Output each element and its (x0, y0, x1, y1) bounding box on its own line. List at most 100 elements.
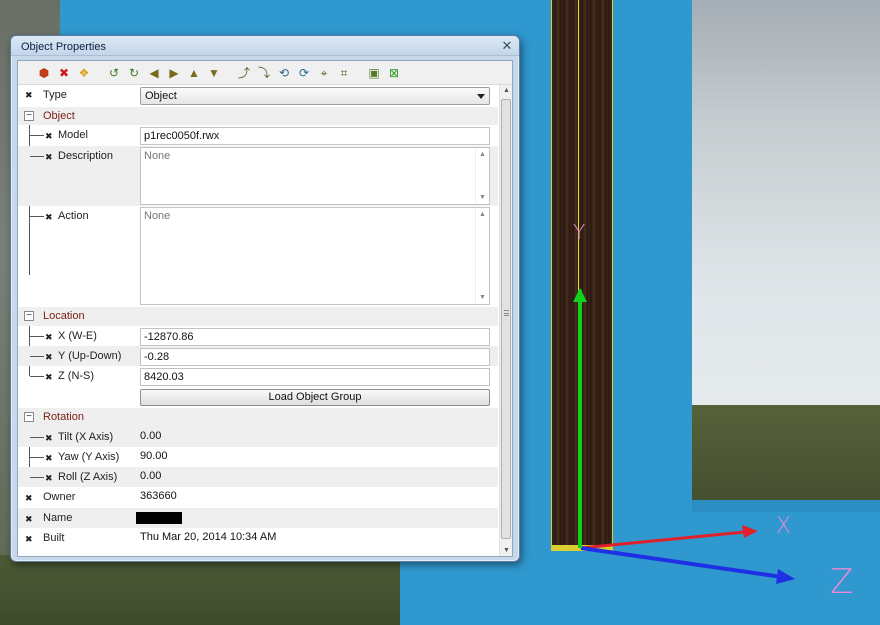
x-input[interactable]: -12870.86 (140, 328, 490, 346)
action-scrollbar[interactable]: ▲ ▼ (475, 208, 489, 304)
close-button[interactable]: ✕ (499, 39, 515, 53)
move-down-icon[interactable]: ▼ (206, 65, 222, 81)
built-label: Built (43, 532, 65, 544)
x-axis-label: X (776, 514, 792, 539)
bullet-icon: ✖ (45, 433, 53, 443)
scroll-down-icon[interactable]: ▼ (479, 194, 486, 201)
bullet-icon: ✖ (45, 131, 53, 141)
scroll-down-icon[interactable]: ▼ (503, 547, 510, 554)
object-category-label: Object (43, 110, 75, 122)
x-axis-line (580, 530, 746, 550)
z-axis-arrowhead (776, 569, 795, 584)
chevron-down-icon (477, 94, 485, 99)
roll-right-icon[interactable]: ⟳ (296, 65, 312, 81)
object-toolbar: ⬢ ✖ ❖ ↺ ↻ ◀ ▶ ▲ ▼ ⤴ ⤵ ⟲ ⟳ ⌖ ⌗ ▣ ⊠ (18, 61, 512, 85)
move-up-icon[interactable]: ▲ (186, 65, 202, 81)
tree-branch (30, 336, 44, 337)
move-left-icon[interactable]: ◀ (146, 65, 162, 81)
y-axis-line (578, 290, 582, 548)
y-axis-label: Y (573, 220, 586, 244)
object-category-row[interactable]: − Object (18, 107, 498, 125)
rotation-category-row[interactable]: − Rotation (18, 408, 498, 427)
roll-label: Roll (Z Axis) (58, 471, 118, 483)
yaw-label: Yaw (Y Axis) (58, 451, 120, 463)
move-right-icon[interactable]: ▶ (166, 65, 182, 81)
object-properties-window[interactable]: Object Properties ✕ ⬢ ✖ ❖ ↺ ↻ ◀ ▶ ▲ ▼ ⤴ ⤵ ⟲ ⟳ ⌖ ⌗ ▣ ⊠ ✖ … (10, 35, 520, 562)
description-row: ✖ Description None ▲ ▼ (18, 146, 498, 206)
tilt-value[interactable]: 0.00 (140, 430, 161, 442)
duplicate-object-icon[interactable]: ❖ (76, 65, 92, 81)
scrollbar-thumb[interactable] (501, 99, 511, 539)
description-scrollbar[interactable]: ▲ ▼ (475, 148, 489, 204)
bullet-icon: ✖ (45, 352, 53, 362)
action-row: ✖ Action None ▲ ▼ (18, 206, 498, 307)
action-label: Action (58, 210, 89, 222)
owner-label: Owner (43, 491, 76, 503)
grip-icon (504, 310, 509, 316)
tree-branch (30, 135, 44, 136)
scroll-down-icon[interactable]: ▼ (479, 294, 486, 301)
scroll-up-icon[interactable]: ▲ (503, 87, 510, 94)
tilt-back-icon[interactable]: ⤵ (256, 65, 272, 81)
x-label: X (W-E) (58, 330, 97, 342)
y-input[interactable]: -0.28 (140, 348, 490, 366)
name-label: Name (43, 512, 73, 524)
type-select[interactable]: Object (140, 87, 490, 105)
model-input[interactable]: p1rec0050f.rwx (140, 127, 490, 145)
yaw-value[interactable]: 90.00 (140, 450, 168, 462)
load-object-group-button[interactable]: Load Object Group (140, 389, 490, 406)
action-textarea[interactable]: None ▲ ▼ (140, 207, 490, 305)
tree-branch (30, 457, 44, 458)
tilt-row: ✖ Tilt (X Axis) 0.00 (18, 427, 498, 447)
collapse-icon[interactable]: − (24, 311, 34, 321)
bullet-icon: ✖ (45, 372, 53, 382)
z-row: ✖ Z (N-S) 8420.03 (18, 366, 498, 387)
built-value: Thu Mar 20, 2014 10:34 AM (140, 531, 277, 543)
bullet-icon: ✖ (45, 332, 53, 342)
yaw-row: ✖ Yaw (Y Axis) 90.00 (18, 447, 498, 467)
group-icon[interactable]: ▣ (366, 65, 382, 81)
x-row: ✖ X (W-E) -12870.86 (18, 326, 498, 346)
location-category-label: Location (43, 310, 85, 322)
align-icon[interactable]: ⌗ (336, 65, 352, 81)
description-label: Description (58, 150, 114, 162)
bullet-icon: ✖ (25, 534, 33, 544)
model-label: Model (58, 129, 88, 141)
rotate-right-icon[interactable]: ↻ (126, 65, 142, 81)
y-label: Y (Up-Down) (58, 350, 122, 362)
scroll-up-icon[interactable]: ▲ (479, 211, 486, 218)
type-select-value: Object (145, 90, 177, 102)
property-grid-scrollbar[interactable]: ▲ ▼ (499, 85, 512, 556)
select-object-icon[interactable]: ⬢ (36, 65, 52, 81)
tree-branch (30, 437, 44, 438)
owner-value: 363660 (140, 490, 177, 502)
tree-branch (30, 477, 44, 478)
window-titlebar[interactable]: Object Properties ✕ (11, 36, 519, 56)
ungroup-icon[interactable]: ⊠ (386, 65, 402, 81)
snap-icon[interactable]: ⌖ (316, 65, 332, 81)
description-textarea[interactable]: None ▲ ▼ (140, 147, 490, 205)
z-input[interactable]: 8420.03 (140, 368, 490, 386)
x-axis-arrowhead (742, 525, 758, 538)
collapse-icon[interactable]: − (24, 111, 34, 121)
action-placeholder: None (144, 210, 171, 222)
rotate-left-icon[interactable]: ↺ (106, 65, 122, 81)
roll-left-icon[interactable]: ⟲ (276, 65, 292, 81)
tilt-forward-icon[interactable]: ⤴ (236, 65, 252, 81)
delete-object-icon[interactable]: ✖ (56, 65, 72, 81)
name-row: ✖ Name (18, 508, 498, 528)
rotation-category-label: Rotation (43, 411, 84, 423)
owner-row: ✖ Owner 363660 (18, 487, 498, 508)
scroll-up-icon[interactable]: ▲ (479, 151, 486, 158)
property-grid: ✖ Type Object − Object ✖ Model p1rec0050… (18, 85, 498, 556)
roll-value[interactable]: 0.00 (140, 470, 161, 482)
y-axis-arrowhead (573, 288, 587, 302)
bullet-icon: ✖ (25, 514, 33, 524)
tree-branch (30, 156, 44, 157)
z-axis-line (580, 546, 783, 579)
model-row: ✖ Model p1rec0050f.rwx (18, 125, 498, 146)
roll-row: ✖ Roll (Z Axis) 0.00 (18, 467, 498, 487)
load-group-row: Load Object Group (18, 387, 498, 408)
location-category-row[interactable]: − Location (18, 307, 498, 326)
collapse-icon[interactable]: − (24, 412, 34, 422)
